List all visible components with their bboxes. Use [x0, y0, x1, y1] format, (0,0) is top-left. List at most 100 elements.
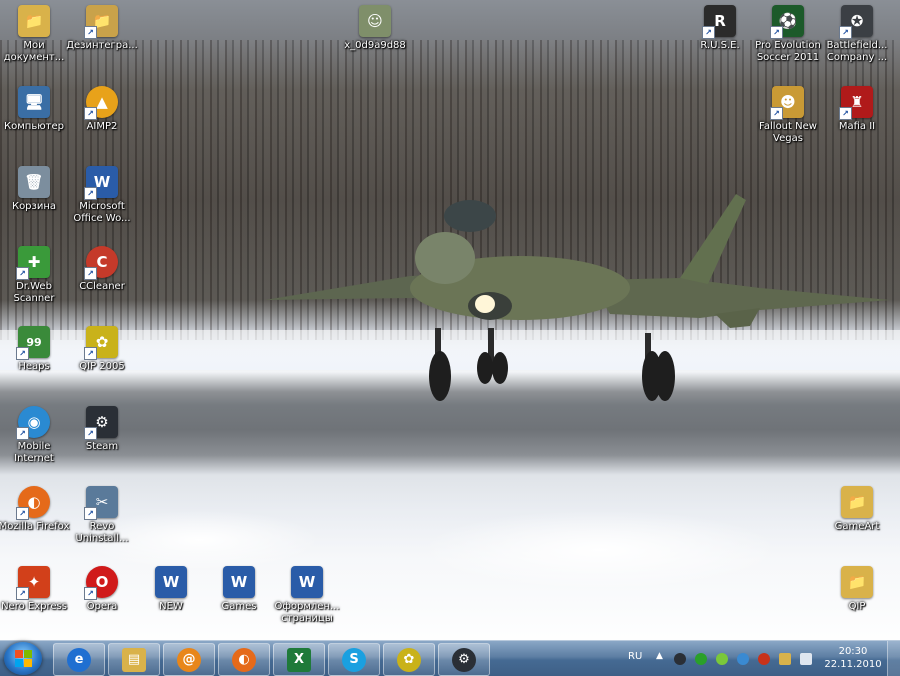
desktop-icon-label: NEW [159, 601, 183, 612]
desktop-icon-computer[interactable]: 🖥 Компьютер [0, 86, 70, 133]
desktop-icon-ccleaner[interactable]: C ↗ CCleaner [66, 246, 138, 293]
ccleaner-glyph: C [96, 253, 108, 271]
word-document-icon: W [223, 566, 255, 598]
drweb-glyph: ✚ [27, 253, 41, 271]
qip-at-icon: @ [177, 647, 201, 672]
qip-at-glyph: @ [182, 652, 196, 667]
monitor-tray-icon[interactable] [779, 653, 791, 665]
revo-uninstaller-icon: ✂ ↗ [84, 486, 118, 520]
folder-icon: 📁 [841, 566, 873, 598]
drweb-icon: ✚ ↗ [16, 246, 50, 280]
desktop-icon-opera[interactable]: O ↗ Opera [66, 566, 138, 613]
desktop-icon-qip-folder[interactable]: 📁 QIP [821, 566, 893, 613]
start-button[interactable] [4, 642, 42, 675]
desktop-icon-formatting-doc[interactable]: W Оформлен... страницы [271, 566, 343, 625]
word-document-icon: W [155, 566, 187, 598]
qip-tray-icon[interactable] [716, 653, 728, 665]
desktop-icon-mafia2[interactable]: ♜ ↗ Mafia II [821, 86, 893, 133]
desktop-icon-label: Heaps [18, 361, 50, 372]
mobile-internet-glyph: ◉ [27, 413, 41, 431]
word-doc-glyph: W [230, 573, 248, 591]
clock[interactable]: 20:30 22.11.2010 [822, 645, 884, 671]
desktop-icon-label: Battlefield... Company ... [826, 40, 888, 63]
opera-glyph: O [95, 573, 109, 591]
network-tray-icon[interactable] [737, 653, 749, 665]
qip-glyph: ✿ [95, 333, 109, 351]
mobile-internet-icon: ◉ ↗ [16, 406, 50, 440]
folder-glyph: 📁 [847, 573, 867, 591]
icq-tray-icon[interactable] [695, 653, 707, 665]
desktop-icon-new-doc[interactable]: W NEW [135, 566, 207, 613]
antivirus-tray-icon[interactable] [758, 653, 770, 665]
word-document-icon: W [291, 566, 323, 598]
shortcut-arrow-icon: ↗ [16, 267, 29, 280]
desktop-icon-qip2005[interactable]: ✿ ↗ QIP 2005 [66, 326, 138, 373]
ccleaner-icon: C ↗ [84, 246, 118, 280]
desktop-icon-heaps[interactable]: 99 ↗ Heaps [0, 326, 70, 373]
desktop-icon-fallout[interactable]: ☻ ↗ Fallout New Vegas [752, 86, 824, 145]
qip-icon: ✿ ↗ [84, 326, 118, 360]
desktop-icon-msword[interactable]: W ↗ Microsoft Office Wo... [66, 166, 138, 225]
desktop-icon-label: R.U.S.E. [700, 40, 740, 51]
ruse-game-icon: R ↗ [702, 5, 736, 39]
desktop-icon-games-doc[interactable]: W Games [203, 566, 275, 613]
computer-glyph: 🖥 [24, 93, 44, 111]
taskbar-pin-qip-at[interactable]: @ [163, 643, 215, 676]
desktop-icon-aimp2[interactable]: ▲ ↗ AIMP2 [66, 86, 138, 133]
desktop-icon-label: x_0d9a9d88 [344, 40, 406, 51]
firefox-icon: ◐ [232, 647, 256, 672]
desktop-icon-firefox[interactable]: ◐ ↗ Mozilla Firefox [0, 486, 70, 533]
desktop-icon-steam[interactable]: ⚙ ↗ Steam [66, 406, 138, 453]
mafia-glyph: ♜ [850, 93, 864, 111]
show-desktop-button[interactable] [887, 641, 900, 676]
desktop-icon-pes2011[interactable]: ⚽ ↗ Pro Evolution Soccer 2011 [752, 5, 824, 64]
taskbar: e ▤ @ ◐ X S ✿ ⚙ RU ▲ 20:30 22.11.2010 [0, 640, 900, 676]
desktop-icon-my-documents[interactable]: 📁 Мои документ... [0, 5, 70, 64]
explorer-glyph: ▤ [127, 652, 141, 667]
taskbar-pin-firefox[interactable]: ◐ [218, 643, 270, 676]
taskbar-pin-explorer[interactable]: ▤ [108, 643, 160, 676]
folder-icon: 📁 [18, 5, 50, 37]
folder-icon: 📁 [841, 486, 873, 518]
word-doc-glyph: W [298, 573, 316, 591]
desktop-icon-mobile-internet[interactable]: ◉ ↗ Mobile Internet [0, 406, 70, 465]
desktop-icon-gameart[interactable]: 📁 GameArt [821, 486, 893, 533]
desktop-icon-label: Microsoft Office Wo... [73, 201, 131, 224]
steam-glyph: ⚙ [458, 652, 470, 667]
shortcut-arrow-icon: ↗ [16, 427, 29, 440]
taskbar-pin-steam[interactable]: ⚙ [438, 643, 490, 676]
shortcut-arrow-icon: ↗ [84, 507, 97, 520]
desktop-icon-revo[interactable]: ✂ ↗ Revo Uninstall... [66, 486, 138, 545]
desktop-icon-recycle-bin[interactable]: 🗑 Корзина [0, 166, 70, 213]
ruse-glyph: R [714, 12, 726, 30]
nero-glyph: ✦ [27, 573, 41, 591]
taskbar-pin-internet-explorer[interactable]: e [53, 643, 105, 676]
desktop-icon-battlefield[interactable]: ✪ ↗ Battlefield... Company ... [821, 5, 893, 64]
fallout-game-icon: ☻ ↗ [770, 86, 804, 120]
skype-icon: S [342, 647, 366, 672]
desktop-icon-ruse[interactable]: R ↗ R.U.S.E. [684, 5, 756, 52]
desktop-icon-label: Pro Evolution Soccer 2011 [755, 40, 821, 63]
desktop-icon-x-user[interactable]: ☺ x_0d9a9d88 [339, 5, 411, 52]
desktop-icon-disintegration[interactable]: 📁 ↗ Дезинтегра... [66, 5, 138, 52]
steam-tray-icon[interactable] [674, 653, 686, 665]
opera-icon: O ↗ [84, 566, 118, 600]
desktop-icon-label: Mafia II [838, 121, 876, 132]
steam-glyph: ⚙ [95, 413, 109, 431]
word-doc-glyph: W [162, 573, 180, 591]
firefox-icon: ◐ ↗ [16, 486, 50, 520]
battlefield-glyph: ✪ [850, 12, 864, 30]
desktop-icon-nero[interactable]: ✦ ↗ Nero Express [0, 566, 70, 613]
qip-icon: ✿ [397, 647, 421, 672]
language-indicator[interactable]: RU [628, 651, 642, 662]
taskbar-pin-excel[interactable]: X [273, 643, 325, 676]
user-picture-icon: ☺ [359, 5, 391, 37]
volume-tray-icon[interactable] [800, 653, 812, 665]
desktop-icon-drweb[interactable]: ✚ ↗ Dr.Web Scanner [0, 246, 70, 305]
desktop-icon-label: CCleaner [79, 281, 125, 292]
desktop-icon-label: Dr.Web Scanner [13, 281, 55, 304]
show-hidden-icons-arrow-icon[interactable]: ▲ [656, 651, 663, 661]
taskbar-pin-qip[interactable]: ✿ [383, 643, 435, 676]
desktop-icon-label: Компьютер [4, 121, 64, 132]
taskbar-pin-skype[interactable]: S [328, 643, 380, 676]
